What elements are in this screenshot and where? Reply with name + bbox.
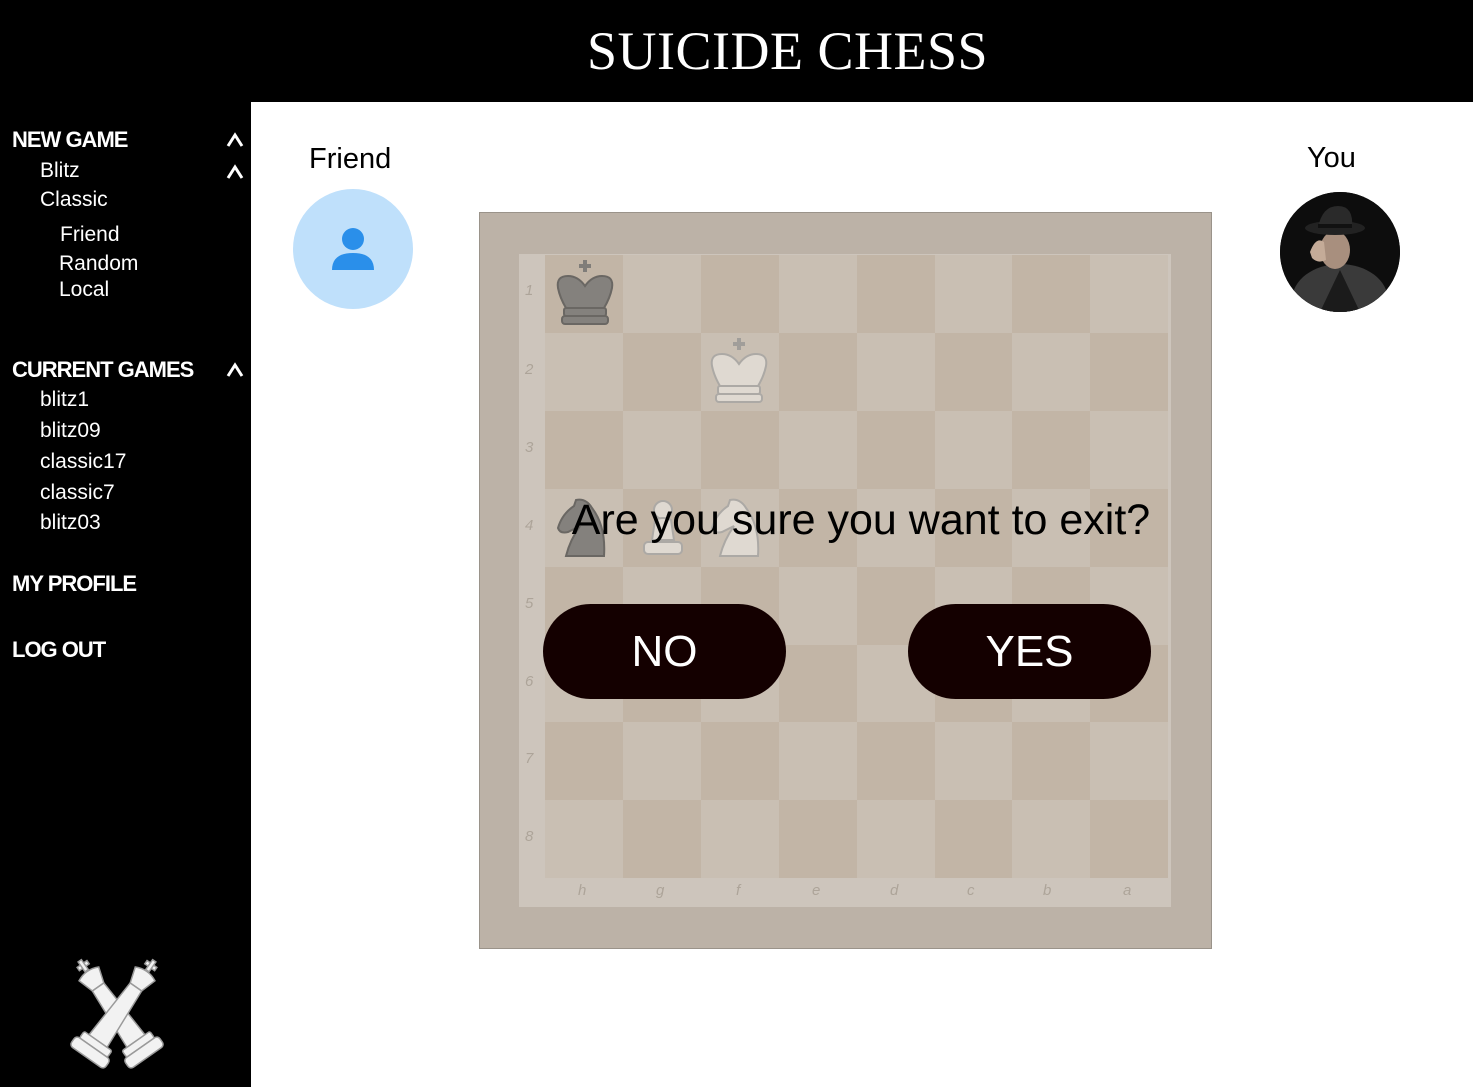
new-game-header[interactable]: NEW GAME: [12, 127, 128, 153]
classic-random-option[interactable]: Random: [59, 252, 138, 276]
classic-friend-option[interactable]: Friend: [60, 223, 120, 247]
new-game-blitz[interactable]: Blitz: [40, 159, 80, 183]
crossed-kings-logo-icon: [70, 958, 164, 1069]
chevron-up-icon[interactable]: [224, 132, 246, 148]
chevron-up-icon[interactable]: [224, 362, 246, 378]
avatar: [1280, 192, 1400, 312]
self-name: You: [1307, 142, 1356, 174]
log-out-link[interactable]: LOG OUT: [12, 637, 106, 663]
no-button[interactable]: NO: [543, 604, 786, 699]
dialog-overlay: [479, 212, 1212, 949]
current-game-item[interactable]: classic7: [40, 481, 115, 505]
person-icon: [332, 228, 374, 270]
current-game-item[interactable]: blitz03: [40, 511, 101, 535]
detective-photo-icon: [1280, 192, 1400, 312]
current-game-item[interactable]: blitz1: [40, 388, 89, 412]
app-title: SUICIDE CHESS: [586, 21, 989, 81]
yes-button[interactable]: YES: [908, 604, 1151, 699]
sidebar: NEW GAME Blitz Classic Friend Random Loc…: [0, 102, 251, 1087]
opponent-name: Friend: [309, 143, 392, 175]
current-games-header[interactable]: CURRENT GAMES: [12, 357, 194, 383]
new-game-classic[interactable]: Classic: [40, 188, 108, 212]
current-game-item[interactable]: classic17: [40, 450, 126, 474]
avatar: [293, 189, 413, 309]
chevron-up-icon[interactable]: [224, 164, 246, 180]
classic-local-option[interactable]: Local: [59, 278, 109, 302]
my-profile-link[interactable]: MY PROFILE: [12, 571, 137, 597]
top-bar: SUICIDE CHESS: [0, 0, 1473, 102]
current-game-item[interactable]: blitz09: [40, 419, 101, 443]
exit-confirm-message: Are you sure you want to exit?: [571, 496, 1151, 544]
